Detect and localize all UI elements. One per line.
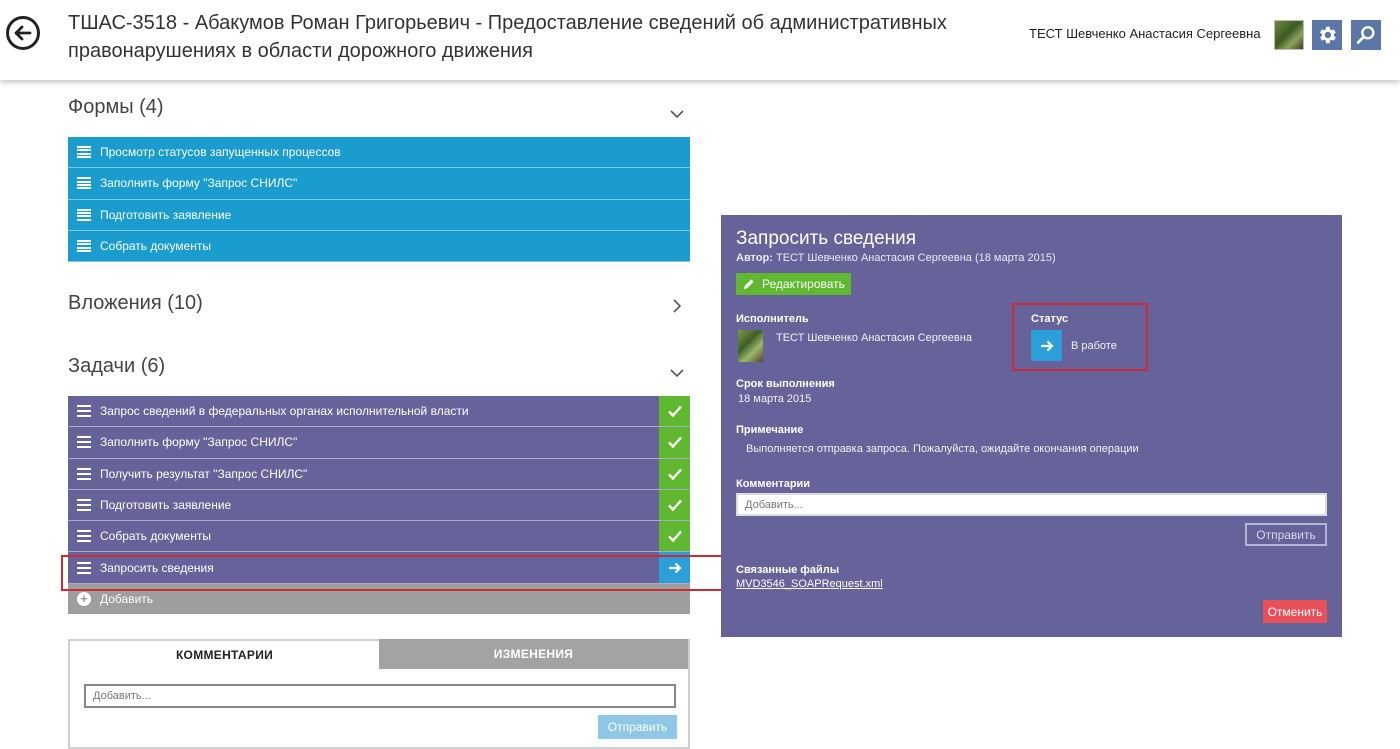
add-task-label: Добавить [100, 591, 154, 606]
comments-panel: КОММЕНТАРИИ ИЗМЕНЕНИЯ Отправить [68, 639, 690, 749]
task-done-status [659, 396, 690, 427]
task-item[interactable]: Подготовить заявление [68, 489, 690, 522]
edit-button-label: Редактировать [762, 277, 845, 291]
add-task-button[interactable]: + Добавить [68, 583, 690, 614]
task-item-selected[interactable]: Запросить сведения [68, 552, 690, 584]
task-list-icon [77, 467, 91, 480]
form-item-label: Подготовить заявление [100, 207, 232, 222]
note-value: Выполняется отправка запроса. Пожалуйста… [746, 443, 1139, 455]
executor-name[interactable]: ТЕСТ Шевченко Анастасия Сергеевна [776, 332, 972, 344]
back-button[interactable] [6, 16, 40, 50]
task-item-label: Заполнить форму "Запрос СНИЛС" [100, 435, 298, 450]
task-item[interactable]: Заполнить форму "Запрос СНИЛС" [68, 427, 690, 459]
deadline-value: 18 марта 2015 [738, 393, 812, 405]
forms-collapse-toggle[interactable] [669, 106, 685, 122]
author-value: ТЕСТ Шевченко Анастасия Сергеевна (18 ма… [775, 252, 1056, 264]
user-avatar[interactable] [1274, 20, 1304, 50]
task-done-status [659, 427, 690, 458]
pencil-icon [743, 278, 754, 289]
chevron-down-icon [670, 110, 684, 119]
tab-changes[interactable]: ИЗМЕНЕНИЯ [379, 639, 688, 669]
task-item[interactable]: Собрать документы [68, 521, 690, 553]
search-icon [1356, 26, 1375, 44]
task-item[interactable]: Запрос сведений в федеральных органах ис… [68, 396, 690, 428]
task-list-icon [77, 436, 91, 449]
task-item-label: Запросить сведения [100, 560, 214, 575]
app-header: ТШАС-3518 - Абакумов Роман Григорьевич -… [0, 0, 1400, 80]
detail-send-button[interactable]: Отправить [1245, 523, 1327, 546]
list-icon [77, 177, 91, 190]
task-list-icon [77, 561, 91, 574]
task-done-status [659, 521, 690, 552]
form-item-label: Заполнить форму "Запрос СНИЛС" [100, 176, 298, 191]
task-item[interactable]: Получить результат "Запрос СНИЛС" [68, 458, 690, 490]
tasks-collapse-toggle[interactable] [669, 365, 685, 381]
tasks-section-title: Задачи (6) [68, 355, 166, 377]
status-label: Статус [1031, 313, 1069, 325]
chevron-down-icon [670, 369, 684, 378]
author-label: Автор: [736, 252, 773, 264]
status-value: В работе [1071, 340, 1117, 352]
forms-section-title: Формы (4) [68, 96, 164, 118]
checkmark-icon [667, 405, 682, 418]
search-button[interactable] [1351, 20, 1381, 50]
arrow-left-icon [14, 25, 32, 41]
task-item-label: Получить результат "Запрос СНИЛС" [100, 466, 308, 481]
status-indicator [1031, 330, 1062, 361]
note-label: Примечание [736, 424, 804, 436]
executor-label: Исполнитель [736, 313, 809, 325]
attachments-section-title[interactable]: Вложения (10) [68, 292, 203, 315]
cancel-button[interactable]: Отменить [1263, 600, 1327, 623]
comment-input[interactable] [84, 684, 676, 708]
form-item[interactable]: Подготовить заявление [68, 199, 690, 231]
list-icon [77, 146, 91, 159]
executor-avatar [738, 330, 763, 362]
form-item-label: Просмотр статусов запущенных процессов [100, 145, 341, 160]
form-item[interactable]: Собрать документы [68, 230, 690, 263]
settings-button[interactable] [1312, 20, 1342, 50]
page-title: ТШАС-3518 - Абакумов Роман Григорьевич -… [68, 12, 947, 62]
task-list-icon [77, 499, 91, 512]
checkmark-icon [667, 499, 682, 512]
detail-comment-input[interactable] [736, 493, 1327, 516]
list-icon [77, 240, 91, 253]
tasks-list: Запрос сведений в федеральных органах ис… [68, 396, 690, 614]
task-item-label: Подготовить заявление [100, 498, 232, 513]
related-files-label: Связанные файлы [736, 564, 840, 576]
deadline-label: Срок выполнения [736, 378, 835, 390]
chevron-right-icon [673, 299, 682, 313]
checkmark-icon [667, 437, 682, 449]
task-in-progress-status [659, 552, 690, 583]
attachments-expand-toggle[interactable] [669, 298, 685, 314]
list-icon [77, 208, 91, 221]
arrow-right-icon [1040, 340, 1054, 351]
current-user-name[interactable]: ТЕСТ Шевченко Анастасия Сергеевна [1029, 26, 1261, 41]
task-detail-title: Запросить сведения [736, 228, 917, 249]
related-file-link[interactable]: MVD3546_SOAPRequest.xml [736, 578, 883, 590]
checkmark-icon [667, 531, 682, 543]
detail-comments-label: Комментарии [736, 478, 811, 490]
send-comment-button[interactable]: Отправить [598, 715, 677, 739]
task-item-label: Собрать документы [100, 529, 211, 544]
plus-icon: + [77, 591, 91, 606]
task-author: Автор: ТЕСТ Шевченко Анастасия Сергеевна… [736, 252, 1056, 264]
checkmark-icon [667, 468, 682, 480]
form-item[interactable]: Просмотр статусов запущенных процессов [68, 137, 690, 169]
form-item[interactable]: Заполнить форму "Запрос СНИЛС" [68, 168, 690, 200]
task-detail-panel: Запросить сведения Автор: ТЕСТ Шевченко … [721, 215, 1342, 637]
arrow-right-icon [668, 562, 682, 573]
task-done-status [659, 458, 690, 489]
task-list-icon [77, 405, 91, 418]
gear-icon [1320, 26, 1336, 44]
form-item-label: Собрать документы [100, 239, 211, 254]
comments-tabs: КОММЕНТАРИИ ИЗМЕНЕНИЯ [70, 639, 688, 669]
task-done-status [659, 489, 690, 521]
tab-comments[interactable]: КОММЕНТАРИИ [70, 639, 379, 669]
task-item-label: Запрос сведений в федеральных органах ис… [100, 404, 469, 419]
task-list-icon [77, 530, 91, 543]
edit-button[interactable]: Редактировать [736, 273, 851, 295]
forms-list: Просмотр статусов запущенных процессов З… [68, 137, 690, 263]
